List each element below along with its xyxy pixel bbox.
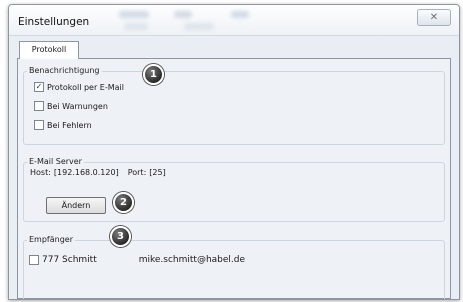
callout-badge-3: 3 <box>110 226 131 247</box>
edit-server-button[interactable]: Ändern <box>46 197 106 214</box>
port-label: Port: <box>127 168 147 177</box>
settings-window: Einstellungen ✕ Protokoll Benachrichtigu… <box>8 4 460 300</box>
option-protokoll-per-email[interactable]: ✓ Protokoll per E-Mail <box>34 81 124 93</box>
blurred-background <box>119 11 149 18</box>
recipient-email: mike.schmitt@habel.de <box>138 255 246 265</box>
callout-badge-1: 1 <box>143 64 164 85</box>
option-label: Bei Warnungen <box>47 101 108 111</box>
notification-group: Benachrichtigung ✓ Protokoll per E-Mail … <box>23 66 445 145</box>
title-bar: Einstellungen ✕ <box>9 5 459 36</box>
checkbox[interactable] <box>34 101 44 111</box>
blurred-background <box>124 23 148 30</box>
checkbox[interactable] <box>29 255 39 265</box>
tab-protokoll[interactable]: Protokoll <box>19 41 79 59</box>
tab-label: Protokoll <box>31 45 67 54</box>
blurred-background <box>174 11 192 18</box>
email-server-group: E-Mail Server Host: [192.168.0.120] Port:[… <box>23 157 445 222</box>
tab-panel-protokoll: Benachrichtigung ✓ Protokoll per E-Mail … <box>17 58 451 299</box>
option-bei-warnungen[interactable]: Bei Warnungen <box>34 100 108 112</box>
recipients-group: Empfänger 777 Schmitt mike.schmitt@habel… <box>23 235 445 299</box>
list-item[interactable]: 777 Schmitt mike.schmitt@habel.de <box>29 253 439 267</box>
server-settings-line: Host: [192.168.0.120] Port: [25] <box>30 168 169 177</box>
option-bei-fehlern[interactable]: Bei Fehlern <box>34 119 92 131</box>
window-title: Einstellungen <box>18 16 90 28</box>
blurred-background <box>184 23 214 30</box>
dialog-content: Protokoll Benachrichtigung ✓ Protokoll p… <box>17 39 451 299</box>
option-label: Protokoll per E-Mail <box>47 82 124 92</box>
host-label: Host: <box>30 168 51 177</box>
email-server-group-label: E-Mail Server <box>27 157 84 166</box>
callout-badge-2: 2 <box>113 192 134 213</box>
port-value: [25] <box>149 168 166 177</box>
close-button[interactable]: ✕ <box>417 9 451 26</box>
host-value: [192.168.0.120] <box>53 168 119 177</box>
checkbox[interactable] <box>34 120 44 130</box>
close-icon: ✕ <box>429 12 439 23</box>
check-icon[interactable]: ✓ <box>34 82 44 92</box>
recipient-name: 777 Schmitt <box>42 255 97 265</box>
recipients-group-label: Empfänger <box>27 235 76 244</box>
notification-group-label: Benachrichtigung <box>27 66 102 75</box>
option-label: Bei Fehlern <box>47 120 92 130</box>
blurred-background <box>231 11 249 18</box>
